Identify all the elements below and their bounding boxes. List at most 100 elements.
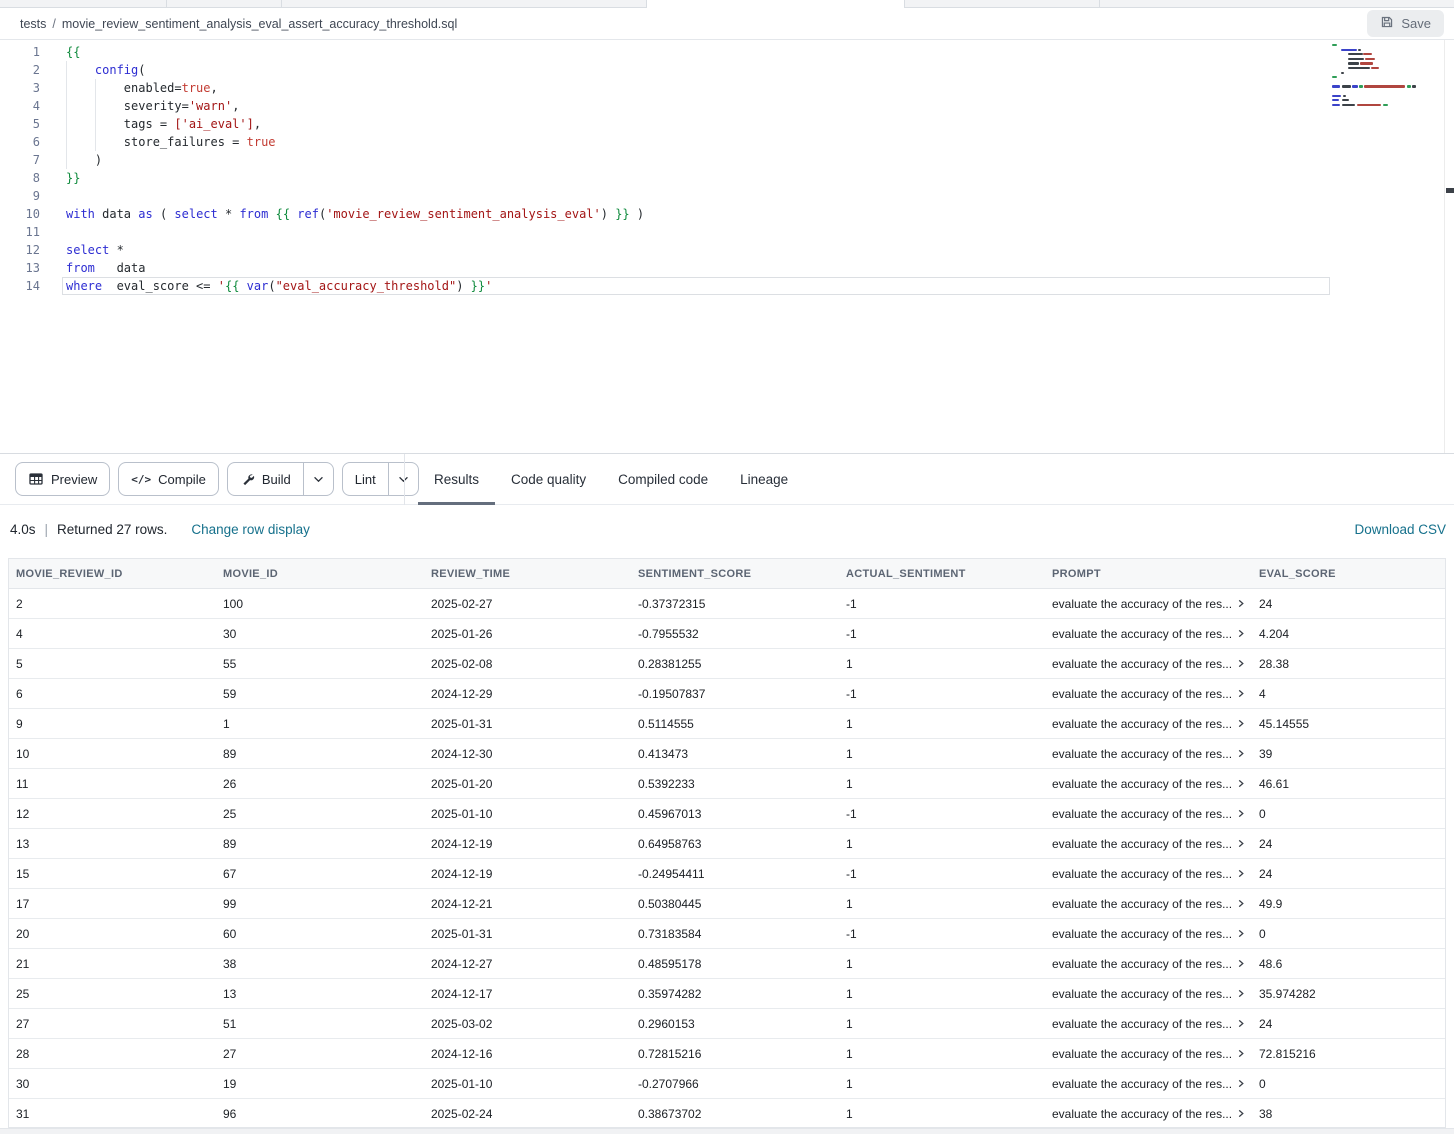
tab-code-quality[interactable]: Code quality [495,454,602,505]
table-row: 10892024-12-300.4134731evaluate the accu… [9,739,1445,769]
cell-prompt[interactable]: evaluate the accuracy of the res... [1045,1017,1252,1031]
breadcrumb-filename[interactable]: movie_review_sentiment_analysis_eval_ass… [62,17,457,31]
cell-movie_id: 19 [216,1077,424,1091]
table-row: 30192025-01-10-0.27079661evaluate the ac… [9,1069,1445,1099]
code-line[interactable]: 14where eval_score <= '{{ var("eval_accu… [0,277,1454,295]
file-tab-inactive[interactable] [905,0,1454,8]
tab-compiled-code[interactable]: Compiled code [602,454,724,505]
cell-review_time: 2025-02-24 [424,1107,631,1121]
tab-lineage[interactable]: Lineage [724,454,804,505]
expand-chevron-icon [1237,687,1245,701]
code-line[interactable]: 7 ) [0,151,1454,169]
code-line[interactable]: 9 [0,187,1454,205]
column-header-review_time: REVIEW_TIME [424,568,631,580]
cell-actual_sentiment: 1 [839,987,1045,1001]
cell-prompt[interactable]: evaluate the accuracy of the res... [1045,657,1252,671]
cell-prompt[interactable]: evaluate the accuracy of the res... [1045,777,1252,791]
change-row-display-link[interactable]: Change row display [191,522,310,537]
cell-prompt[interactable]: evaluate the accuracy of the res... [1045,837,1252,851]
cell-review_time: 2025-01-31 [424,927,631,941]
column-header-eval_score: EVAL_SCORE [1252,568,1445,580]
cell-prompt[interactable]: evaluate the accuracy of the res... [1045,627,1252,641]
minimap-line [1332,44,1337,46]
code-line[interactable]: 11 [0,223,1454,241]
table-icon [28,471,44,487]
line-number: 14 [0,277,40,295]
cell-prompt[interactable]: evaluate the accuracy of the res... [1045,747,1252,761]
compile-button[interactable]: </> Compile [118,462,219,496]
cell-prompt[interactable]: evaluate the accuracy of the res... [1045,687,1252,701]
code-line[interactable]: 6 store_failures = true [0,133,1454,151]
minimap-line [1412,85,1416,87]
code-line[interactable]: 4 severity='warn', [0,97,1454,115]
cell-movie_review_id: 25 [9,987,216,1001]
download-csv-link[interactable]: Download CSV [1354,522,1446,537]
line-number: 4 [0,97,40,115]
build-dropdown-button[interactable] [303,463,333,495]
line-number: 5 [0,115,40,133]
cell-eval_score: 24 [1252,867,1445,881]
minimap-line [1348,53,1363,55]
minimap[interactable] [1332,44,1440,164]
cell-prompt[interactable]: evaluate the accuracy of the res... [1045,897,1252,911]
column-header-actual_sentiment: ACTUAL_SENTIMENT [839,568,1045,580]
cell-prompt[interactable]: evaluate the accuracy of the res... [1045,867,1252,881]
cell-eval_score: 35.974282 [1252,987,1445,1001]
code-line[interactable]: 10with data as ( select * from {{ ref('m… [0,205,1454,223]
overview-ruler-scrollbar[interactable] [1444,40,1454,453]
table-body: 21002025-02-27-0.37372315-1evaluate the … [9,589,1445,1128]
cell-prompt[interactable]: evaluate the accuracy of the res... [1045,927,1252,941]
expand-chevron-icon [1237,897,1245,911]
code-line[interactable]: 1{{ [0,43,1454,61]
cell-movie_id: 38 [216,957,424,971]
minimap-line [1357,104,1381,106]
cell-movie_review_id: 28 [9,1047,216,1061]
cell-prompt[interactable]: evaluate the accuracy of the res... [1045,597,1252,611]
preview-button[interactable]: Preview [15,462,110,496]
horizontal-scrollbar[interactable] [0,1128,1454,1134]
file-tab-active[interactable] [646,0,905,8]
cell-prompt[interactable]: evaluate the accuracy of the res... [1045,957,1252,971]
cell-sentiment_score: 0.48595178 [631,957,839,971]
cell-prompt[interactable]: evaluate the accuracy of the res... [1045,1047,1252,1061]
lint-label: Lint [355,472,376,487]
cell-movie_review_id: 12 [9,807,216,821]
cell-movie_id: 1 [216,717,424,731]
cell-sentiment_score: 0.28381255 [631,657,839,671]
cell-movie_id: 99 [216,897,424,911]
code-line[interactable]: 12select * [0,241,1454,259]
file-tab-inactive[interactable] [0,0,646,8]
build-button[interactable]: Build [227,462,334,496]
file-tab-strip [0,0,1454,8]
code-text: severity='warn', [66,97,239,115]
cell-movie_review_id: 5 [9,657,216,671]
prompt-text: evaluate the accuracy of the res... [1052,897,1232,911]
cell-prompt[interactable]: evaluate the accuracy of the res... [1045,807,1252,821]
prompt-text: evaluate the accuracy of the res... [1052,717,1232,731]
cell-prompt[interactable]: evaluate the accuracy of the res... [1045,1077,1252,1091]
code-line[interactable]: 5 tags = ['ai_eval'], [0,115,1454,133]
minimap-line [1342,99,1349,101]
minimap-line [1332,104,1340,106]
cell-prompt[interactable]: evaluate the accuracy of the res... [1045,1107,1252,1121]
table-row: 21382024-12-270.485951781evaluate the ac… [9,949,1445,979]
cell-eval_score: 28.38 [1252,657,1445,671]
code-text: store_failures = true [66,133,276,151]
code-line[interactable]: 2 config( [0,61,1454,79]
line-number: 12 [0,241,40,259]
save-button[interactable]: Save [1367,10,1444,37]
cell-movie_review_id: 4 [9,627,216,641]
cell-prompt[interactable]: evaluate the accuracy of the res... [1045,717,1252,731]
cell-movie_id: 100 [216,597,424,611]
breadcrumb-folder[interactable]: tests [20,17,46,31]
table-row: 27512025-03-020.29601531evaluate the acc… [9,1009,1445,1039]
code-editor[interactable]: 1{{2 config(3 enabled=true,4 severity='w… [0,40,1454,454]
cell-eval_score: 46.61 [1252,777,1445,791]
code-line[interactable]: 13from data [0,259,1454,277]
code-line[interactable]: 3 enabled=true, [0,79,1454,97]
line-number: 8 [0,169,40,187]
cell-prompt[interactable]: evaluate the accuracy of the res... [1045,987,1252,1001]
results-tab-bar: ResultsCode qualityCompiled codeLineage [404,454,804,505]
code-line[interactable]: 8}} [0,169,1454,187]
tab-results[interactable]: Results [418,454,495,505]
